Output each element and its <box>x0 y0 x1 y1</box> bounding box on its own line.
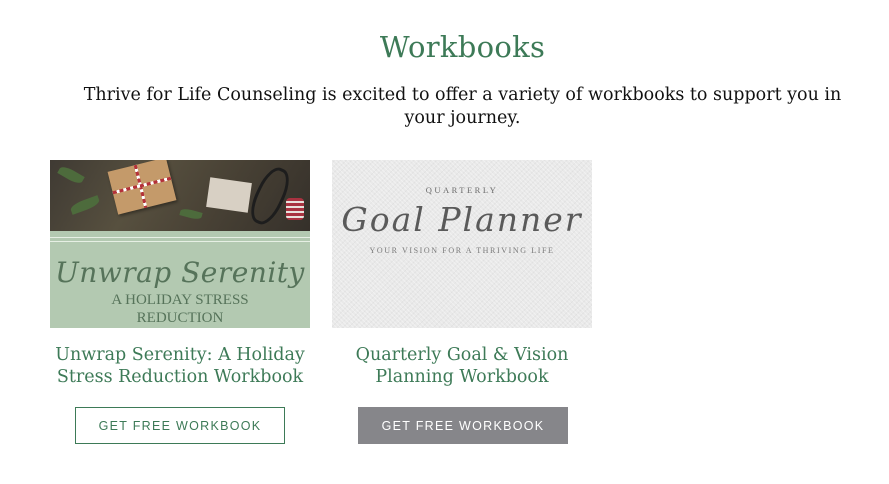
cover-script-title: Goal Planner <box>341 200 583 239</box>
cover-top-label: QUARTERLY <box>425 185 499 195</box>
workbook-cover-image[interactable]: QUARTERLY Goal Planner YOUR VISION FOR A… <box>332 160 592 328</box>
get-free-workbook-button[interactable]: GET FREE WORKBOOK <box>358 407 568 444</box>
gift-box-icon <box>206 177 252 213</box>
cover-subtitle-line-1: A HOLIDAY STRESS <box>111 292 249 308</box>
cover-subtitle: A HOLIDAY STRESS REDUCTION <box>50 291 310 327</box>
cover-subtitle-line-2: REDUCTION <box>136 310 224 326</box>
gift-box-icon <box>107 160 177 215</box>
workbooks-page: Workbooks Thrive for Life Counseling is … <box>0 0 889 484</box>
workbook-card-unwrap-serenity: Unwrap Serenity A HOLIDAY STRESS REDUCTI… <box>50 160 310 444</box>
workbook-title[interactable]: Quarterly Goal & Vision Planning Workboo… <box>332 344 592 388</box>
workbook-title[interactable]: Unwrap Serenity: A Holiday Stress Reduct… <box>50 344 310 388</box>
ribbon-spool-icon <box>286 198 304 220</box>
workbook-card-goal-planner: QUARTERLY Goal Planner YOUR VISION FOR A… <box>332 160 592 444</box>
intro-text: Thrive for Life Counseling is excited to… <box>83 85 842 128</box>
page-title: Workbooks <box>379 30 546 64</box>
cover-subtitle: YOUR VISION FOR A THRIVING LIFE <box>369 246 555 255</box>
workbook-cover-image[interactable]: Unwrap Serenity A HOLIDAY STRESS REDUCTI… <box>50 160 310 328</box>
get-free-workbook-button[interactable]: GET FREE WORKBOOK <box>75 407 285 444</box>
gift-photo <box>50 160 310 231</box>
cover-script-title: Unwrap Serenity <box>55 256 305 289</box>
